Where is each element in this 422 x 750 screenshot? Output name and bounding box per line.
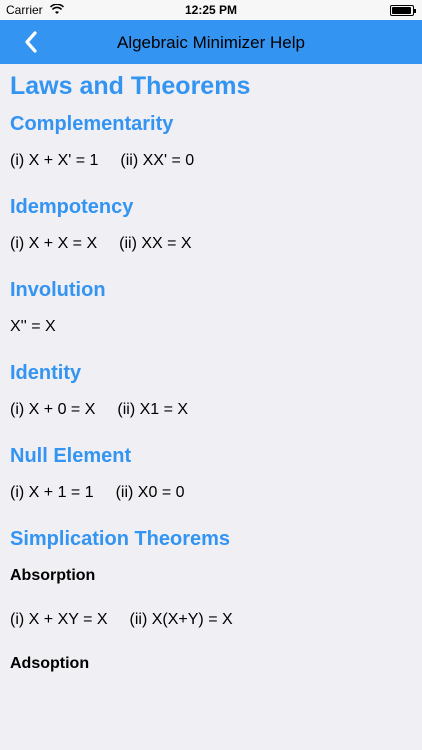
status-time: 12:25 PM (184, 3, 238, 17)
law-item: (i) X + X' = 1 (10, 152, 99, 169)
law-item: (ii) X0 = 0 (115, 484, 185, 501)
section-title-idempotency: Idempotency (10, 196, 134, 218)
nav-title: Algebraic Minimizer Help (116, 33, 305, 52)
section-title-simplication: Simplication Theorems (10, 528, 231, 550)
section-title-null-element: Null Element (10, 445, 132, 467)
law-idempotency: (i) X + X = X (ii) XX = X (10, 235, 412, 253)
law-item: (i) X + 0 = X (10, 401, 96, 418)
law-item: X'' = X (10, 318, 56, 335)
law-absorption: (i) X + XY = X (ii) X(X+Y) = X (10, 611, 412, 629)
law-involution: X'' = X (10, 318, 412, 336)
help-content: Laws and Theorems Complementarity (i) X … (10, 64, 412, 699)
subsection-title-adsoption: Adsoption (10, 655, 90, 672)
battery-icon (390, 5, 416, 16)
law-item: (i) X + XY = X (10, 611, 108, 628)
section-title-complementarity: Complementarity (10, 113, 174, 135)
section-title-involution: Involution (10, 279, 106, 301)
status-bar: Carrier 12:25 PM (0, 0, 422, 20)
navigation-bar: Algebraic Minimizer Help (0, 20, 422, 64)
law-item: (i) X + X = X (10, 235, 98, 252)
law-item: (ii) XX' = 0 (120, 152, 195, 169)
law-complementarity: (i) X + X' = 1 (ii) XX' = 0 (10, 152, 412, 170)
law-item: (ii) X1 = X (117, 401, 189, 418)
law-null-element: (i) X + 1 = 1 (ii) X0 = 0 (10, 484, 412, 502)
subsection-title-absorption: Absorption (10, 567, 96, 584)
law-item: (i) X + 1 = 1 (10, 484, 94, 501)
law-item: (ii) X(X+Y) = X (129, 611, 233, 628)
page-title: Laws and Theorems (10, 72, 251, 100)
law-identity: (i) X + 0 = X (ii) X1 = X (10, 401, 412, 419)
law-item: (ii) XX = X (119, 235, 192, 252)
section-title-identity: Identity (10, 362, 82, 384)
